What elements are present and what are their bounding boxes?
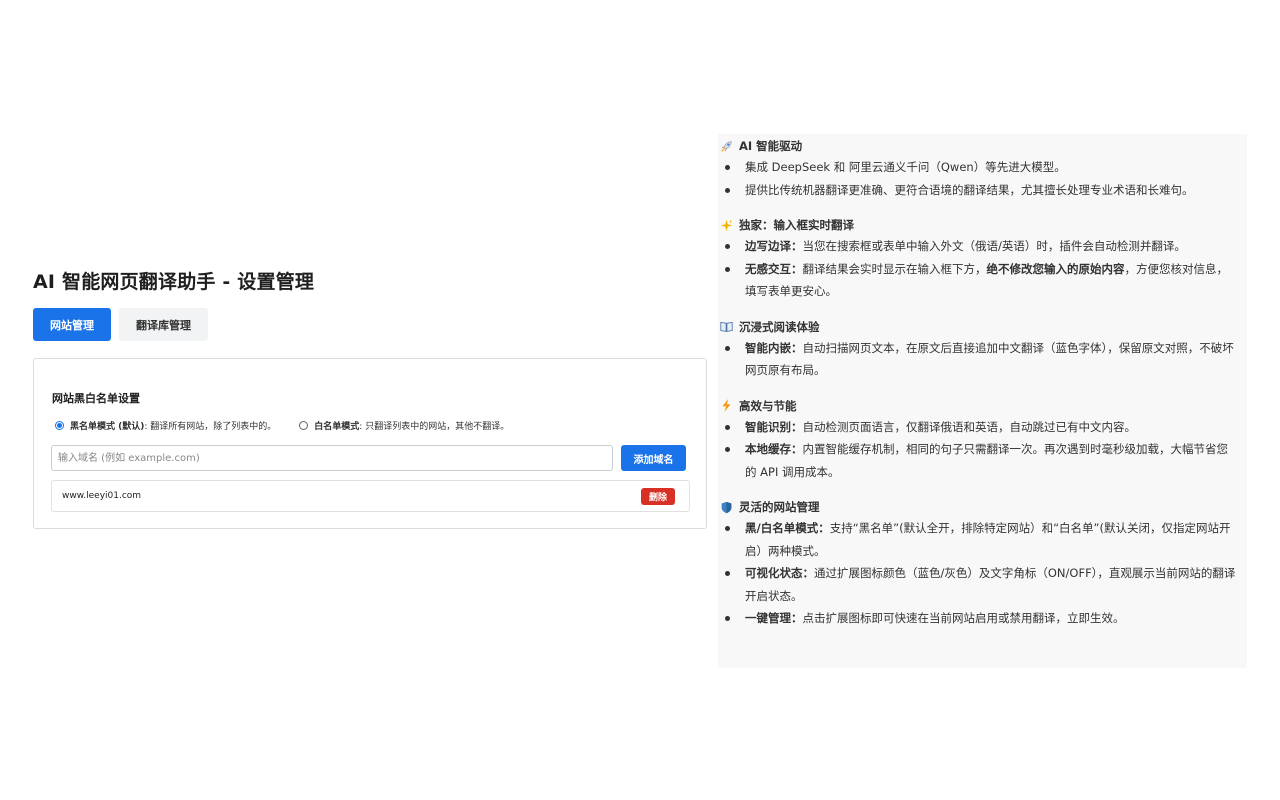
feature-heading: 灵活的网站管理 [719, 497, 1239, 517]
list-item-text: 提供比传统机器翻译更准确、更符合语境的翻译结果，尤其擅长处理专业术语和长难句。 [745, 182, 1194, 197]
whitelist-mode-option[interactable]: 白名单模式 : 只翻译列表中的网站，其他不翻译。 [299, 419, 509, 432]
feature-list: 边写边译：当您在搜索框或表单中输入外文（俄语/英语）时，插件会自动检测并翻译。 … [719, 235, 1239, 303]
add-domain-button[interactable]: 添加域名 [621, 445, 686, 471]
list-item: 提供比传统机器翻译更准确、更符合语境的翻译结果，尤其擅长处理专业术语和长难句。 [719, 179, 1239, 202]
feature-panel: AI 智能驱动 集成 DeepSeek 和 阿里云通义千问（Qwen）等先进大模… [718, 134, 1247, 668]
page-title: AI 智能网页翻译助手 - 设置管理 [33, 271, 315, 293]
list-item-bold: 一键管理： [745, 611, 803, 625]
feature-heading: 沉浸式阅读体验 [719, 317, 1239, 337]
list-item: 边写边译：当您在搜索框或表单中输入外文（俄语/英语）时，插件会自动检测并翻译。 [719, 235, 1239, 258]
section-title: 网站黑白名单设置 [52, 392, 140, 405]
feature-section-site-management: 灵活的网站管理 黑/白名单模式：支持“黑名单”(默认全开，排除特定网站）和“白名… [719, 497, 1239, 630]
list-item: 一键管理：点击扩展图标即可快速在当前网站启用或禁用翻译，立即生效。 [719, 607, 1239, 630]
feature-section-efficiency: 高效与节能 智能识别：自动检测页面语言，仅翻译俄语和英语，自动跳过已有中文内容。… [719, 396, 1239, 484]
sparkles-icon [719, 218, 733, 232]
feature-list: 智能内嵌：自动扫描网页文本，在原文后直接追加中文翻译（蓝色字体），保留原文对照，… [719, 337, 1239, 382]
domain-list-item: www.leeyi01.com 删除 [51, 480, 690, 512]
list-item: 本地缓存：内置智能缓存机制，相同的句子只需翻译一次。再次遇到时毫秒级加载，大幅节… [719, 438, 1239, 483]
list-item: 智能识别：自动检测页面语言，仅翻译俄语和英语，自动跳过已有中文内容。 [719, 416, 1239, 439]
tab-bar: 网站管理 翻译库管理 [33, 308, 208, 341]
domain-input[interactable] [51, 445, 613, 471]
feature-section-ai: AI 智能驱动 集成 DeepSeek 和 阿里云通义千问（Qwen）等先进大模… [719, 136, 1239, 201]
blacklist-mode-option[interactable]: 黑名单模式 (默认) : 翻译所有网站，除了列表中的。 [55, 419, 276, 432]
feature-heading-text: 独家：输入框实时翻译 [739, 218, 854, 232]
feature-heading: AI 智能驱动 [719, 136, 1239, 156]
blacklist-mode-label: 黑名单模式 (默认) [70, 422, 145, 432]
list-item-text: 集成 DeepSeek 和 阿里云通义千问（Qwen）等先进大模型。 [745, 160, 1066, 174]
list-item-text: 当您在搜索框或表单中输入外文（俄语/英语）时，插件会自动检测并翻译。 [802, 239, 1186, 253]
blacklist-settings-card: 网站黑白名单设置 黑名单模式 (默认) : 翻译所有网站，除了列表中的。 白名单… [33, 358, 707, 529]
list-item-text: 自动检测页面语言，仅翻译俄语和英语，自动跳过已有中文内容。 [802, 419, 1137, 434]
list-item: 智能内嵌：自动扫描网页文本，在原文后直接追加中文翻译（蓝色字体），保留原文对照，… [719, 337, 1239, 382]
shield-icon [719, 500, 733, 514]
feature-section-reading: 沉浸式阅读体验 智能内嵌：自动扫描网页文本，在原文后直接追加中文翻译（蓝色字体）… [719, 317, 1239, 382]
list-item-bold: 智能内嵌： [745, 340, 803, 355]
domain-text: www.leeyi01.com [62, 491, 142, 501]
list-item-text: 翻译结果会实时显示在输入框下方， [802, 261, 987, 276]
list-item: 黑/白名单模式：支持“黑名单”(默认全开，排除特定网站）和“白名单”(默认关闭，… [719, 517, 1239, 562]
list-item-text: 内置智能缓存机制，相同的句子只需翻译一次。再次遇到时毫秒级加载，大幅节省您的 A… [745, 442, 1228, 479]
feature-heading: 独家：输入框实时翻译 [719, 215, 1239, 235]
list-item-bold: 无感交互： [745, 261, 803, 276]
tab-website-management[interactable]: 网站管理 [33, 308, 111, 341]
list-item-bold: 边写边译： [745, 239, 803, 253]
list-item-text: 自动扫描网页文本，在原文后直接追加中文翻译（蓝色字体），保留原文对照，不破坏网页… [745, 340, 1234, 378]
list-item-bold: 本地缓存： [745, 442, 803, 456]
list-item-text: 点击扩展图标即可快速在当前网站启用或禁用翻译，立即生效。 [802, 611, 1125, 625]
blacklist-mode-description: : 翻译所有网站，除了列表中的。 [144, 422, 277, 432]
feature-heading-text: 高效与节能 [739, 398, 797, 413]
list-item-bold: 绝不修改您输入的原始内容 [986, 261, 1125, 276]
feature-list: 集成 DeepSeek 和 阿里云通义千问（Qwen）等先进大模型。 提供比传统… [719, 156, 1239, 201]
whitelist-mode-radio[interactable] [299, 421, 309, 430]
feature-list: 智能识别：自动检测页面语言，仅翻译俄语和英语，自动跳过已有中文内容。 本地缓存：… [719, 416, 1239, 484]
list-item: 集成 DeepSeek 和 阿里云通义千问（Qwen）等先进大模型。 [719, 156, 1239, 179]
feature-section-input-translate: 独家：输入框实时翻译 边写边译：当您在搜索框或表单中输入外文（俄语/英语）时，插… [719, 215, 1239, 303]
mode-radio-group: 黑名单模式 (默认) : 翻译所有网站，除了列表中的。 白名单模式 : 只翻译列… [55, 419, 509, 432]
rocket-icon [719, 139, 733, 153]
feature-heading-text: AI 智能驱动 [739, 139, 803, 153]
whitelist-mode-description: : 只翻译列表中的网站，其他不翻译。 [359, 422, 510, 432]
list-item: 无感交互：翻译结果会实时显示在输入框下方，绝不修改您输入的原始内容，方便您核对信… [719, 258, 1239, 303]
delete-domain-button[interactable]: 删除 [641, 487, 675, 505]
lightning-icon [719, 399, 733, 413]
blacklist-mode-radio[interactable] [55, 421, 64, 430]
feature-heading-text: 沉浸式阅读体验 [739, 319, 820, 334]
whitelist-mode-label: 白名单模式 [314, 422, 360, 432]
list-item-bold: 可视化状态： [745, 566, 814, 580]
list-item: 可视化状态：通过扩展图标颜色（蓝色/灰色）及文字角标（ON/OFF），直观展示当… [719, 562, 1239, 607]
list-item-text: 通过扩展图标颜色（蓝色/灰色）及文字角标（ON/OFF），直观展示当前网站的翻译… [745, 566, 1236, 603]
feature-heading: 高效与节能 [719, 396, 1239, 416]
list-item-bold: 黑/白名单模式： [745, 521, 830, 535]
feature-heading-text: 灵活的网站管理 [739, 500, 820, 514]
tab-translation-library[interactable]: 翻译库管理 [119, 308, 208, 341]
feature-list: 黑/白名单模式：支持“黑名单”(默认全开，排除特定网站）和“白名单”(默认关闭，… [719, 517, 1239, 630]
list-item-bold: 智能识别： [745, 419, 803, 434]
book-icon [719, 320, 733, 334]
